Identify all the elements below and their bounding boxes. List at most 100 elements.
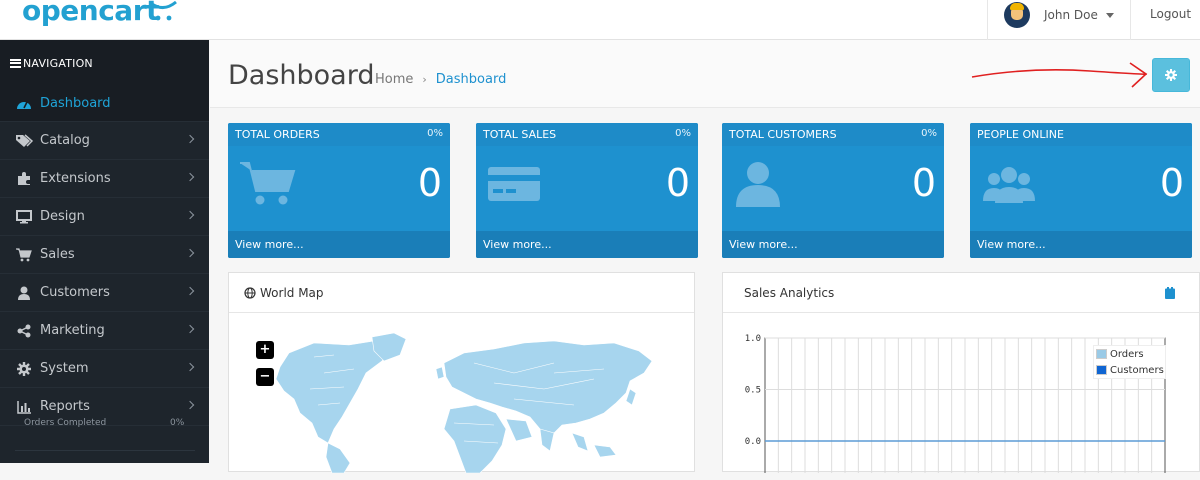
view-more-link[interactable]: View more... [476, 231, 698, 258]
user-menu[interactable]: John Doe [1004, 0, 1114, 30]
user-name: John Doe [1044, 8, 1098, 22]
breadcrumb-separator-icon: › [422, 73, 427, 86]
top-header: opencart John Doe Logout [0, 0, 1200, 40]
view-more-link[interactable]: View more... [970, 231, 1192, 258]
users-icon [983, 167, 1035, 203]
view-more-label: View more... [729, 238, 798, 251]
sidebar-item-marketing[interactable]: Marketing [0, 312, 209, 350]
header-divider [1130, 0, 1131, 40]
people-online-tile: PEOPLE ONLINE 0 View more... [970, 123, 1192, 258]
settings-button[interactable] [1152, 58, 1190, 92]
chevron-right-icon [185, 400, 195, 410]
panel-heading: World Map [229, 273, 694, 313]
panel-title: World Map [260, 285, 324, 300]
tile-percent: 0% [921, 128, 937, 139]
sidebar-item-label: Reports [40, 399, 90, 414]
legend-label: Orders [1110, 348, 1144, 360]
sidebar-item-dashboard[interactable]: Dashboard [0, 86, 209, 122]
legend-item-orders[interactable]: Orders [1094, 346, 1165, 362]
sidebar-item-design[interactable]: Design [0, 198, 209, 236]
cart-icon [240, 162, 296, 205]
total-orders-tile: TOTAL ORDERS 0% 0 View more... [228, 123, 450, 258]
annotation-arrow-icon [971, 62, 1148, 88]
sidebar-divider [15, 450, 195, 480]
opencart-logo[interactable]: opencart [22, 0, 159, 27]
view-more-link[interactable]: View more... [722, 231, 944, 258]
breadcrumb-home[interactable]: Home [375, 72, 413, 87]
legend-swatch [1096, 365, 1107, 375]
navigation-header[interactable]: NAVIGATION [0, 40, 209, 86]
navigation-title: NAVIGATION [23, 56, 93, 70]
monitor-icon [15, 209, 33, 225]
breadcrumb-dashboard[interactable]: Dashboard [436, 72, 507, 87]
share-icon [15, 323, 33, 339]
view-more-label: View more... [977, 238, 1046, 251]
tile-value: 0 [1159, 161, 1184, 205]
y-tick-label: 0.0 [745, 437, 761, 447]
sidebar-item-label: Marketing [40, 323, 105, 338]
tile-value: 0 [911, 161, 936, 205]
legend-label: Customers [1110, 364, 1164, 376]
world-map[interactable] [254, 333, 664, 473]
tile-percent: 0% [675, 128, 691, 139]
chevron-right-icon [185, 324, 195, 334]
globe-icon [244, 286, 256, 299]
y-tick-label: 1.0 [745, 334, 761, 344]
breadcrumb: Home › Dashboard [375, 72, 506, 87]
view-more-label: View more... [483, 238, 552, 251]
sidebar-item-customers[interactable]: Customers [0, 274, 209, 312]
sidebar: NAVIGATION Dashboard Catalog Extensions … [0, 40, 209, 463]
tags-icon [15, 133, 33, 149]
chart-legend: Orders Customers [1093, 345, 1166, 379]
tile-title: TOTAL CUSTOMERS [729, 128, 837, 141]
calendar-icon[interactable] [1165, 287, 1175, 299]
bar-chart-icon [15, 399, 33, 415]
sidebar-item-label: System [40, 361, 89, 376]
view-more-link[interactable]: View more... [228, 231, 450, 258]
legend-item-customers[interactable]: Customers [1094, 362, 1165, 378]
sales-analytics-chart: 1.0 0.5 0.0 [745, 334, 1166, 473]
logo-text: opencart [22, 0, 159, 27]
panel-heading: Sales Analytics [723, 273, 1199, 313]
header-divider [987, 0, 988, 40]
sidebar-item-system[interactable]: System [0, 350, 209, 388]
tile-title: TOTAL ORDERS [235, 128, 320, 141]
sidebar-item-label: Extensions [40, 171, 111, 186]
gear-icon [1165, 69, 1177, 81]
chevron-right-icon [185, 248, 195, 258]
legend-swatch [1096, 349, 1107, 359]
menu-bars-icon [10, 58, 21, 68]
credit-card-icon [488, 167, 540, 201]
puzzle-icon [15, 171, 33, 187]
view-more-label: View more... [235, 238, 304, 251]
avatar [1004, 2, 1030, 28]
tile-title: TOTAL SALES [483, 128, 557, 141]
sales-analytics-panel: Sales Analytics 1.0 0.5 0.0 Orders Custome… [722, 272, 1200, 473]
tile-percent: 0% [427, 128, 443, 139]
user-icon [736, 162, 780, 207]
orders-completed-label: Orders Completed [24, 418, 107, 428]
chevron-right-icon [185, 172, 195, 182]
total-sales-tile: TOTAL SALES 0% 0 View more... [476, 123, 698, 258]
logo-cart-icon [151, 0, 177, 21]
gear-icon [15, 361, 33, 377]
sidebar-item-label: Catalog [40, 133, 90, 148]
orders-completed-pct: 0% [170, 418, 185, 428]
cart-icon [15, 247, 33, 263]
tile-value: 0 [417, 161, 442, 205]
chevron-right-icon [185, 134, 195, 144]
chevron-right-icon [185, 286, 195, 296]
y-tick-label: 0.5 [745, 386, 761, 396]
logout-link[interactable]: Logout [1150, 7, 1191, 21]
sidebar-item-extensions[interactable]: Extensions [0, 160, 209, 198]
sidebar-item-label: Customers [40, 285, 110, 300]
page-title: Dashboard [228, 60, 375, 91]
sidebar-item-catalog[interactable]: Catalog [0, 122, 209, 160]
tile-value: 0 [665, 161, 690, 205]
user-icon [15, 285, 33, 301]
sidebar-item-sales[interactable]: Sales [0, 236, 209, 274]
chevron-right-icon [185, 210, 195, 220]
sidebar-item-label: Dashboard [40, 96, 111, 111]
total-customers-tile: TOTAL CUSTOMERS 0% 0 View more... [722, 123, 944, 258]
chevron-right-icon [185, 362, 195, 372]
